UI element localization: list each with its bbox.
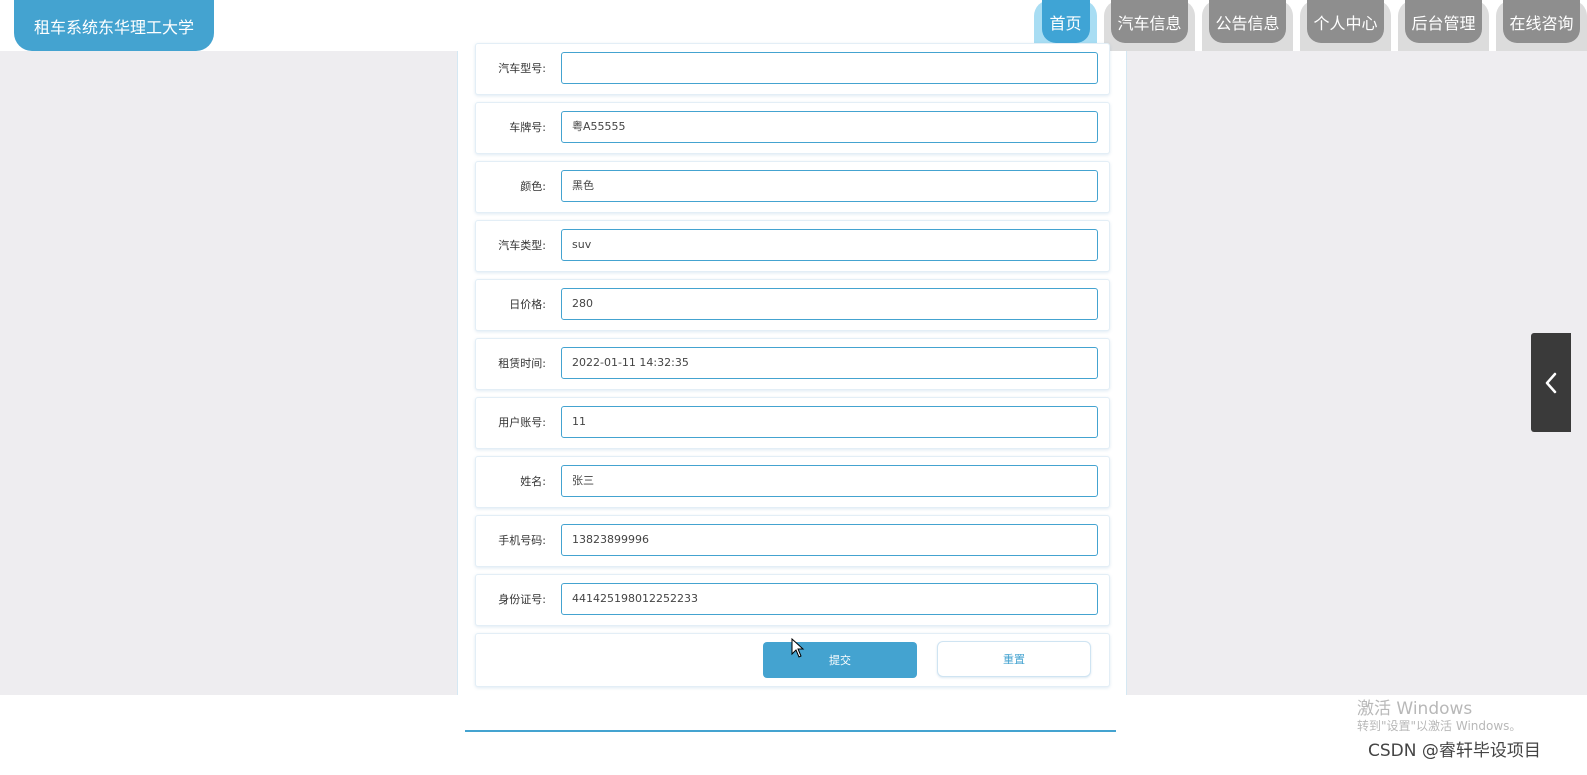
form-row-phone: 手机号码: 13823899996	[475, 515, 1110, 567]
rental-time-input[interactable]: 2022-01-11 14:32:35	[561, 347, 1098, 379]
field-label: 颜色:	[520, 180, 546, 193]
daily-price-input[interactable]: 280	[561, 288, 1098, 320]
windows-activation-subtitle: 转到"设置"以激活 Windows。	[1357, 719, 1522, 733]
field-label: 身份证号:	[498, 593, 546, 606]
field-label: 车牌号:	[509, 121, 546, 134]
nav-label: 公告信息	[1209, 0, 1286, 43]
nav-label: 汽车信息	[1111, 0, 1188, 43]
top-nav: 首页 汽车信息 公告信息 个人中心 后台管理 在线咨询	[1027, 0, 1587, 51]
form-row-name: 姓名: 张三	[475, 456, 1110, 508]
form-row-car-type: 汽车类型: suv	[475, 220, 1110, 272]
nav-car-info[interactable]: 汽车信息	[1104, 0, 1195, 51]
form-row-color: 颜色: 黑色	[475, 161, 1110, 213]
mouse-pointer-icon	[791, 637, 805, 662]
chevron-left-icon	[1545, 372, 1557, 393]
form-row-daily-price: 日价格: 280	[475, 279, 1110, 331]
id-number-input[interactable]: 441425198012252233	[561, 583, 1098, 615]
plate-number-input[interactable]: 粤A55555	[561, 111, 1098, 143]
field-label: 姓名:	[520, 475, 546, 488]
submit-button[interactable]: 提交	[763, 642, 917, 678]
footer-divider	[465, 730, 1116, 732]
form-row-car-model: 汽车型号:	[475, 43, 1110, 95]
user-account-input[interactable]: 11	[561, 406, 1098, 438]
reset-button[interactable]: 重置	[937, 641, 1091, 677]
rental-form-panel: 汽车型号: 车牌号: 粤A55555 颜色: 黑色 汽车类型: suv 日价格:…	[457, 43, 1127, 695]
color-input[interactable]: 黑色	[561, 170, 1098, 202]
field-label: 租赁时间:	[498, 357, 546, 370]
nav-admin[interactable]: 后台管理	[1398, 0, 1489, 51]
car-type-input[interactable]: suv	[561, 229, 1098, 261]
form-row-rental-time: 租赁时间: 2022-01-11 14:32:35	[475, 338, 1110, 390]
form-row-plate-number: 车牌号: 粤A55555	[475, 102, 1110, 154]
brand-logo[interactable]: 租车系统东华理工大学	[14, 0, 214, 51]
form-row-user-account: 用户账号: 11	[475, 397, 1110, 449]
nav-label: 后台管理	[1405, 0, 1482, 43]
nav-label: 首页	[1041, 0, 1090, 43]
car-model-input[interactable]	[561, 52, 1098, 84]
name-input[interactable]: 张三	[561, 465, 1098, 497]
windows-activation-title: 激活 Windows	[1357, 699, 1473, 719]
nav-online-consult[interactable]: 在线咨询	[1496, 0, 1587, 51]
csdn-watermark: CSDN @睿轩毕设项目	[1368, 741, 1541, 761]
side-panel-toggle[interactable]	[1531, 333, 1571, 432]
field-label: 手机号码:	[498, 534, 546, 547]
phone-input[interactable]: 13823899996	[561, 524, 1098, 556]
field-label: 用户账号:	[498, 416, 546, 429]
field-label: 日价格:	[509, 298, 546, 311]
nav-label: 在线咨询	[1503, 0, 1580, 43]
field-label: 汽车型号:	[498, 62, 546, 75]
form-row-id-number: 身份证号: 441425198012252233	[475, 574, 1110, 626]
field-label: 汽车类型:	[498, 239, 546, 252]
nav-label: 个人中心	[1307, 0, 1384, 43]
nav-personal-center[interactable]: 个人中心	[1300, 0, 1391, 51]
footer	[0, 695, 1587, 775]
nav-announcements[interactable]: 公告信息	[1202, 0, 1293, 51]
